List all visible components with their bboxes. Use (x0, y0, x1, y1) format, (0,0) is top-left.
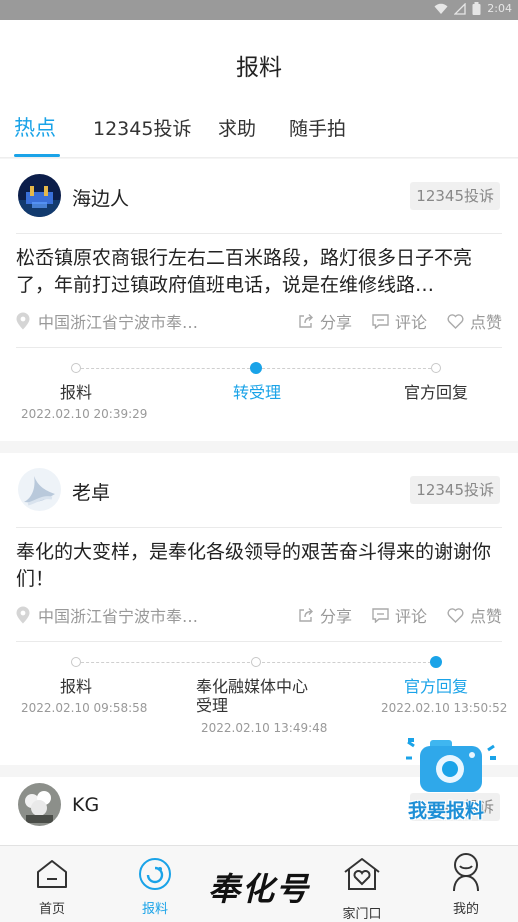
share-label: 分享 (319, 607, 352, 626)
step-label: 官方回复 (403, 383, 468, 402)
comment-icon (372, 313, 389, 329)
step-label: 报料 (59, 383, 92, 402)
bottom-nav: 首页 报料 奉化号 家门口 我的 (0, 845, 518, 922)
battery-icon (472, 2, 481, 15)
nav-label: 家门口 (342, 907, 382, 922)
comment-label: 评论 (394, 313, 427, 332)
like-label: 点赞 (469, 313, 502, 332)
page-header: 报料 (0, 20, 518, 100)
category-badge: 12345投诉 (410, 182, 500, 210)
share-icon (299, 608, 313, 622)
nav-doorstep[interactable]: 家门口 (322, 846, 402, 922)
share-button[interactable]: 分享 (298, 603, 352, 627)
step-dot (71, 363, 81, 373)
step-dot (251, 657, 261, 667)
step-label: 奉化融媒体中心受理 (196, 677, 309, 715)
share-button[interactable]: 分享 (298, 309, 352, 333)
heart-icon (447, 607, 464, 623)
step-dot (431, 363, 441, 373)
comment-button[interactable]: 评论 (372, 603, 427, 627)
location-text: 中国浙江省宁波市奉… (38, 313, 199, 332)
tab-hot[interactable]: 热点 (14, 112, 56, 142)
comment-button[interactable]: 评论 (372, 309, 427, 333)
username[interactable]: 老卓 (72, 478, 110, 505)
post-card[interactable]: 老卓 12345投诉 奉化的大变样，是奉化各级领导的艰苦奋斗得来的谢谢你们！ 中… (0, 453, 518, 765)
avatar[interactable] (18, 783, 61, 826)
nav-report[interactable]: 报料 (115, 846, 195, 922)
tab-help[interactable]: 求助 (218, 114, 256, 141)
wifi-icon (434, 3, 448, 14)
post-header: 海边人 12345投诉 (0, 159, 518, 233)
step-label: 报料 (59, 677, 92, 696)
report-float-button[interactable]: 我要报料 (404, 736, 504, 826)
nav-home[interactable]: 首页 (12, 846, 92, 922)
share-icon (299, 314, 313, 328)
nav-label: 首页 (38, 902, 65, 917)
step-time: 2022.02.10 13:50:52 (381, 701, 508, 715)
post-meta: 中国浙江省宁波市奉… 分享 评论 点赞 (16, 307, 502, 333)
divider (16, 347, 502, 348)
tab-12345-complaint[interactable]: 12345投诉 (93, 114, 191, 141)
post-actions: 分享 评论 点赞 (298, 603, 502, 627)
profile-icon (453, 853, 479, 892)
post-content[interactable]: 奉化的大变样，是奉化各级领导的艰苦奋斗得来的谢谢你们！ (16, 539, 502, 593)
like-button[interactable]: 点赞 (447, 603, 502, 627)
avatar[interactable] (18, 174, 61, 217)
location: 中国浙江省宁波市奉… (16, 603, 198, 627)
status-icons: 2:04 (434, 2, 512, 15)
step-label-active: 转受理 (232, 383, 281, 402)
tab-snapshot[interactable]: 随手拍 (289, 114, 346, 141)
post-header: 老卓 12345投诉 (0, 453, 518, 527)
status-time: 2:04 (487, 2, 512, 15)
step-dot (71, 657, 81, 667)
like-button[interactable]: 点赞 (447, 309, 502, 333)
divider (16, 641, 502, 642)
active-tab-indicator (14, 154, 60, 157)
post-meta: 中国浙江省宁波市奉… 分享 评论 点赞 (16, 601, 502, 627)
home-icon (37, 860, 67, 888)
page-title: 报料 (236, 55, 282, 81)
username[interactable]: KG (72, 794, 99, 816)
location-text: 中国浙江省宁波市奉… (38, 607, 199, 626)
step-time: 2022.02.10 09:58:58 (21, 701, 148, 715)
post-content[interactable]: 松岙镇原农商银行左右二百米路段，路灯很多日子不亮了，年前打过镇政府值班电话，说是… (16, 245, 502, 299)
fenghua-logo[interactable]: 奉化号 (206, 846, 312, 922)
logo-text: 奉化号 (207, 870, 310, 908)
report-float-label: 我要报料 (408, 800, 485, 822)
camera-icon (406, 738, 496, 792)
avatar[interactable] (18, 468, 61, 511)
like-label: 点赞 (469, 607, 502, 626)
divider (16, 233, 502, 234)
divider (16, 527, 502, 528)
step-time: 2022.02.10 20:39:29 (21, 407, 148, 421)
status-bar: 2:04 (0, 0, 518, 20)
nav-label: 报料 (141, 902, 168, 917)
step-dot-active (250, 362, 262, 374)
step-label-active: 官方回复 (403, 677, 468, 696)
heart-icon (447, 313, 464, 329)
report-icon (139, 858, 171, 890)
category-badge: 12345投诉 (410, 476, 500, 504)
location-pin-icon (16, 606, 30, 624)
comment-icon (372, 607, 389, 623)
comment-label: 评论 (394, 607, 427, 626)
step-dot-active (430, 656, 442, 668)
username[interactable]: 海边人 (72, 184, 129, 211)
post-actions: 分享 评论 点赞 (298, 309, 502, 333)
signal-off-icon (454, 2, 466, 15)
status-progress: 报料 转受理 官方回复 2022.02.10 20:39:29 (0, 361, 518, 431)
share-label: 分享 (319, 313, 352, 332)
location-pin-icon (16, 312, 30, 330)
nav-profile[interactable]: 我的 (426, 846, 506, 922)
house-heart-icon (344, 858, 380, 890)
post-card[interactable]: 海边人 12345投诉 松岙镇原农商银行左右二百米路段，路灯很多日子不亮了，年前… (0, 159, 518, 441)
nav-label: 我的 (452, 902, 479, 917)
location: 中国浙江省宁波市奉… (16, 309, 198, 333)
category-tabs: 热点 12345投诉 求助 随手拍 (0, 100, 518, 158)
step-time: 2022.02.10 13:49:48 (201, 721, 328, 735)
